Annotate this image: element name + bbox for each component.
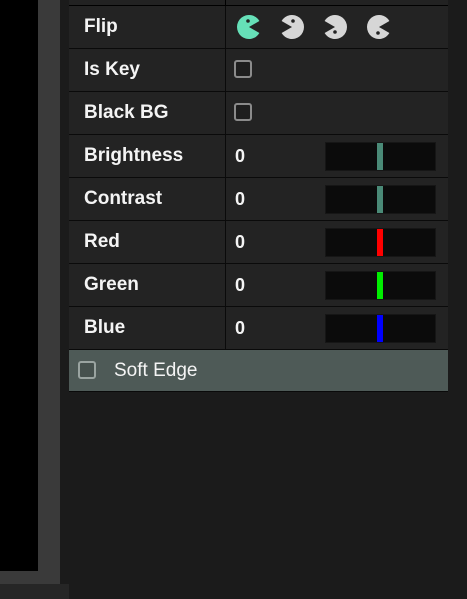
soft-edge-checkbox[interactable] xyxy=(78,361,96,379)
is-key-checkbox[interactable] xyxy=(234,60,252,78)
black-bg-checkbox[interactable] xyxy=(234,103,252,121)
contrast-value[interactable]: 0 xyxy=(235,178,245,220)
green-slider-thumb[interactable] xyxy=(377,272,383,299)
brightness-value[interactable]: 0 xyxy=(235,135,245,177)
soft-edge-label: Soft Edge xyxy=(114,360,198,381)
blue-slider[interactable] xyxy=(325,314,436,343)
contrast-row: Contrast 0 xyxy=(69,178,448,221)
red-slider-thumb[interactable] xyxy=(377,229,383,256)
brightness-row: Brightness 0 xyxy=(69,135,448,178)
red-value[interactable]: 0 xyxy=(235,221,245,263)
brightness-slider[interactable] xyxy=(325,142,436,171)
brightness-slider-thumb[interactable] xyxy=(377,143,383,170)
property-rows: Flip Is Key Black BG Brightness 0 Contra… xyxy=(69,6,448,350)
contrast-label: Contrast xyxy=(84,188,163,209)
soft-edge-section-header[interactable]: Soft Edge xyxy=(69,350,448,392)
green-label: Green xyxy=(84,274,139,295)
flip-row: Flip xyxy=(69,6,448,49)
contrast-slider-thumb[interactable] xyxy=(377,186,383,213)
pacman-up-icon[interactable] xyxy=(321,13,349,41)
green-value[interactable]: 0 xyxy=(235,264,245,306)
pacman-down-icon[interactable] xyxy=(365,13,393,41)
green-row: Green 0 xyxy=(69,264,448,307)
properties-panel: Flip Is Key Black BG Brightness 0 Contra… xyxy=(69,0,467,599)
viewport-frame xyxy=(0,0,60,584)
blue-slider-thumb[interactable] xyxy=(377,315,383,342)
is-key-label: Is Key xyxy=(84,59,140,80)
red-row: Red 0 xyxy=(69,221,448,264)
blue-label: Blue xyxy=(84,317,126,338)
red-label: Red xyxy=(84,231,120,252)
red-slider[interactable] xyxy=(325,228,436,257)
brightness-label: Brightness xyxy=(84,145,184,166)
green-slider[interactable] xyxy=(325,271,436,300)
flip-label: Flip xyxy=(84,16,118,37)
blue-value[interactable]: 0 xyxy=(235,307,245,349)
viewport-canvas xyxy=(0,0,38,571)
blue-row: Blue 0 xyxy=(69,307,448,350)
is-key-row: Is Key xyxy=(69,49,448,92)
pacman-left-icon[interactable] xyxy=(278,13,306,41)
contrast-slider[interactable] xyxy=(325,185,436,214)
black-bg-label: Black BG xyxy=(84,102,169,123)
pacman-right-icon[interactable] xyxy=(235,13,263,41)
black-bg-row: Black BG xyxy=(69,92,448,135)
